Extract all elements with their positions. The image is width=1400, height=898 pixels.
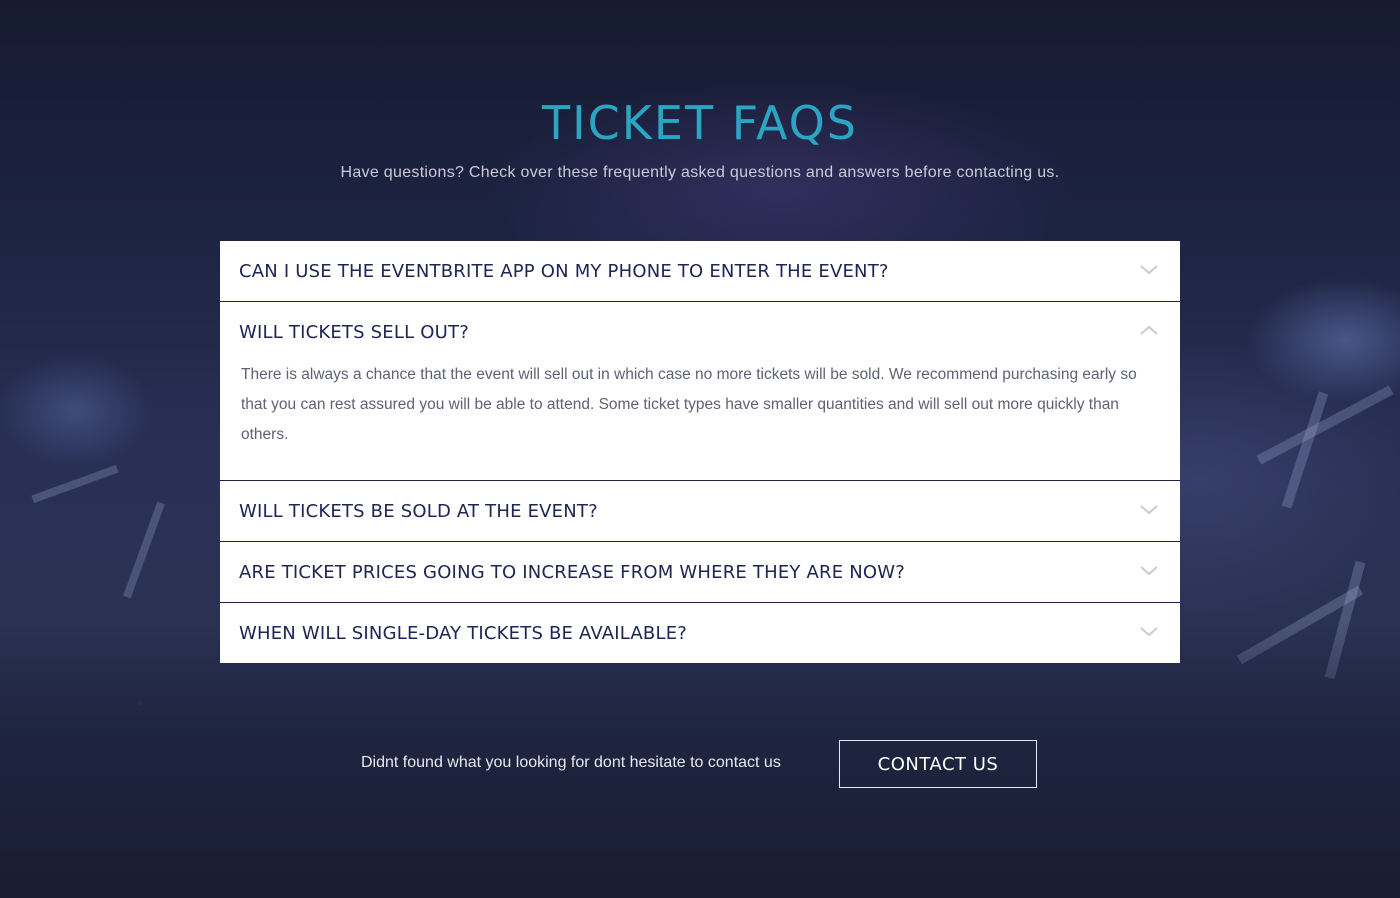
contact-section: Didnt found what you looking for dont he… xyxy=(0,740,1400,790)
faq-answer: There is always a chance that the event … xyxy=(241,366,1137,443)
contact-us-button[interactable]: CONTACT US xyxy=(839,740,1037,788)
faq-header: TICKET FAQS Have questions? Check over t… xyxy=(0,92,1400,182)
faq-question-text: WILL TICKETS SELL OUT? xyxy=(239,321,469,343)
faq-question-toggle[interactable]: ARE TICKET PRICES GOING TO INCREASE FROM… xyxy=(220,542,1180,602)
faq-question-toggle[interactable]: CAN I USE THE EVENTBRITE APP ON MY PHONE… xyxy=(220,241,1180,301)
faq-question-text: ARE TICKET PRICES GOING TO INCREASE FROM… xyxy=(239,561,906,583)
chevron-down-icon[interactable] xyxy=(1138,621,1160,643)
contact-prompt: Didnt found what you looking for dont he… xyxy=(361,754,781,771)
faq-item: CAN I USE THE EVENTBRITE APP ON MY PHONE… xyxy=(220,241,1180,302)
chevron-up-icon[interactable] xyxy=(1138,320,1160,342)
page-title: TICKET FAQS xyxy=(541,96,859,150)
faq-question-toggle[interactable]: WHEN WILL SINGLE-DAY TICKETS BE AVAILABL… xyxy=(220,603,1180,663)
faq-item: ARE TICKET PRICES GOING TO INCREASE FROM… xyxy=(220,542,1180,603)
faq-item: WHEN WILL SINGLE-DAY TICKETS BE AVAILABL… xyxy=(220,603,1180,663)
chevron-down-icon[interactable] xyxy=(1138,560,1160,582)
faq-question-text: WHEN WILL SINGLE-DAY TICKETS BE AVAILABL… xyxy=(239,622,688,644)
chevron-down-icon[interactable] xyxy=(1138,259,1160,281)
faq-question-text: WILL TICKETS BE SOLD AT THE EVENT? xyxy=(239,500,598,522)
faq-accordion: CAN I USE THE EVENTBRITE APP ON MY PHONE… xyxy=(220,241,1180,663)
faq-question-toggle[interactable]: WILL TICKETS SELL OUT? xyxy=(220,302,1180,362)
chevron-down-icon[interactable] xyxy=(1138,499,1160,521)
faq-question-toggle[interactable]: WILL TICKETS BE SOLD AT THE EVENT? xyxy=(220,481,1180,541)
page-subtitle: Have questions? Check over these frequen… xyxy=(340,164,1060,181)
faq-question-text: CAN I USE THE EVENTBRITE APP ON MY PHONE… xyxy=(239,260,889,282)
faq-item: WILL TICKETS SELL OUT? There is always a … xyxy=(220,302,1180,481)
faq-item: WILL TICKETS BE SOLD AT THE EVENT? xyxy=(220,481,1180,542)
